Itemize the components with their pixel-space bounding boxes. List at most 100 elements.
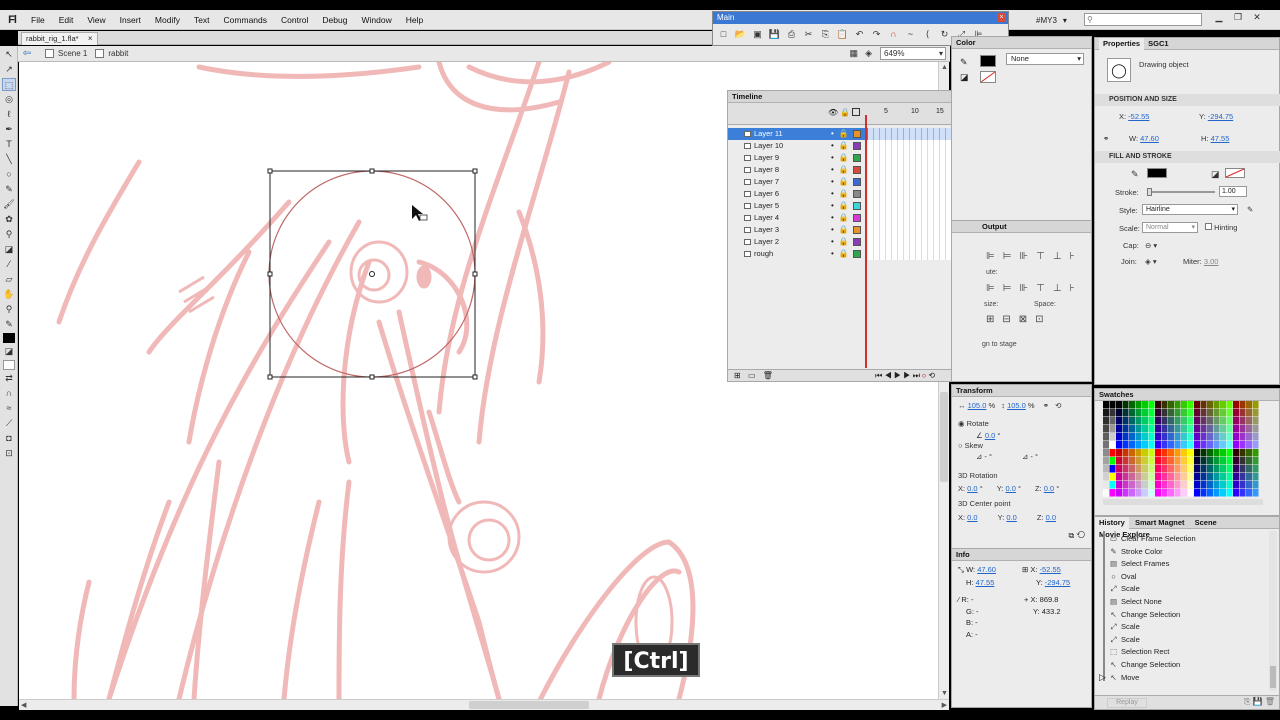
swatch-cell[interactable] [1122, 401, 1129, 409]
swatch-cell[interactable] [1233, 457, 1239, 465]
timeline-tab[interactable]: Timeline [728, 91, 980, 103]
swatch-cell[interactable] [1174, 425, 1181, 433]
swatch-cell[interactable] [1207, 457, 1213, 465]
swatch-cell[interactable] [1109, 449, 1116, 457]
history-item[interactable]: ↖ Change Selection [1109, 609, 1180, 621]
swatch-cell[interactable] [1142, 425, 1148, 433]
scroll-up-icon[interactable]: ▲ [941, 64, 948, 71]
swatch-cell[interactable] [1142, 489, 1148, 497]
swatch-cell[interactable] [1239, 417, 1246, 425]
swatch-cell[interactable] [1135, 473, 1142, 481]
width-percent[interactable]: 105.0 [968, 401, 987, 410]
bridge-icon[interactable]: ▣ [751, 28, 764, 41]
history-item[interactable]: ✎ Stroke Color [1109, 546, 1162, 558]
swatch-cell[interactable] [1233, 409, 1239, 417]
swatch-cell[interactable] [1246, 449, 1252, 457]
layer-outline-color[interactable] [853, 154, 861, 162]
menu-file[interactable]: File [24, 15, 52, 25]
swatch-cell[interactable] [1109, 417, 1116, 425]
swatch-cell[interactable] [1116, 481, 1122, 489]
swatch-cell[interactable] [1161, 441, 1168, 449]
swatch-cell[interactable] [1252, 433, 1259, 441]
hinting-checkbox[interactable] [1205, 223, 1212, 230]
info-y[interactable]: -294.75 [1045, 578, 1070, 587]
swatch-cell[interactable] [1148, 449, 1155, 457]
swatch-cell[interactable] [1200, 425, 1207, 433]
swatch-cell[interactable] [1239, 473, 1246, 481]
swatch-cell[interactable] [1220, 457, 1226, 465]
swatch-cell[interactable] [1239, 425, 1246, 433]
swatch-cell[interactable] [1187, 489, 1194, 497]
swatch-cell[interactable] [1233, 481, 1239, 489]
swatch-cell[interactable] [1129, 489, 1135, 497]
swatch-cell[interactable] [1174, 457, 1181, 465]
swatch-cell[interactable] [1181, 473, 1187, 481]
swatch-cell[interactable] [1174, 489, 1181, 497]
swatch-cell[interactable] [1181, 425, 1187, 433]
rot3d-z[interactable]: 0.0 [1044, 484, 1054, 493]
swatch-cell[interactable] [1226, 465, 1233, 473]
swatch-cell[interactable] [1181, 401, 1187, 409]
workspace-switcher[interactable]: #MY3 ▾ [1010, 12, 1067, 28]
swatches-tab[interactable]: Swatches [1099, 390, 1134, 399]
scrollbar-thumb[interactable] [940, 392, 948, 482]
line-tool-icon[interactable]: ╲ [2, 153, 16, 166]
rotate-icon[interactable]: ↻ [938, 28, 951, 41]
swatch-cell[interactable] [1239, 441, 1246, 449]
swatch-cell[interactable] [1148, 457, 1155, 465]
swatch-cell[interactable] [1239, 449, 1246, 457]
history-item[interactable]: ▤ Select None [1109, 596, 1162, 608]
swatch-cell[interactable] [1226, 401, 1233, 409]
lock-fill-icon[interactable]: ⊡ [2, 447, 16, 460]
document-tab[interactable]: rabbit_rig_1.fla* × [21, 32, 98, 45]
swatch-cell[interactable] [1148, 489, 1155, 497]
swatch-cell[interactable] [1122, 425, 1129, 433]
smooth-icon[interactable]: ≈ [2, 402, 16, 415]
swatch-cell[interactable] [1148, 425, 1155, 433]
swatch-cell[interactable] [1109, 441, 1116, 449]
fill-color-icon[interactable]: ◪ [960, 72, 969, 83]
swatch-cell[interactable] [1187, 409, 1194, 417]
swatch-cell[interactable] [1116, 465, 1122, 473]
swatch-cell[interactable] [1194, 465, 1200, 473]
swatch-cell[interactable] [1122, 417, 1129, 425]
swatch-cell[interactable] [1155, 473, 1161, 481]
swatch-cell[interactable] [1103, 473, 1109, 481]
swatch-cell[interactable] [1187, 457, 1194, 465]
history-item[interactable]: ⤢ Scale [1109, 583, 1140, 595]
position-size-section[interactable]: POSITION AND SIZE [1095, 94, 1280, 106]
replay-button[interactable]: Replay [1107, 698, 1147, 708]
horizontal-scrollbar[interactable]: ◀ ▶ [19, 699, 949, 710]
fill-color-icon[interactable]: ◪ [2, 345, 16, 358]
timeline-layer[interactable]: Layer 11 •🔒 [728, 128, 980, 140]
swatch-cell[interactable] [1168, 401, 1174, 409]
swatch-cell[interactable] [1187, 449, 1194, 457]
swatch-cell[interactable] [1246, 409, 1252, 417]
swatch-cell[interactable] [1200, 401, 1207, 409]
swatch-cell[interactable] [1200, 481, 1207, 489]
swatch-cell[interactable] [1213, 489, 1220, 497]
swatch-cell[interactable] [1220, 441, 1226, 449]
swatch-cell[interactable] [1233, 417, 1239, 425]
join-select[interactable]: ◈ ▾ [1145, 257, 1157, 266]
swatch-cell[interactable] [1226, 457, 1233, 465]
transform-tab[interactable]: Transform [956, 386, 993, 395]
straighten-icon[interactable]: ⟋ [2, 417, 16, 430]
swatch-cell[interactable] [1233, 473, 1239, 481]
timeline-layer[interactable]: Layer 8 •🔒 [728, 164, 980, 176]
swatch-cell[interactable] [1103, 433, 1109, 441]
swatch-cell[interactable] [1233, 425, 1239, 433]
swatch-cell[interactable] [1155, 433, 1161, 441]
play-icon[interactable]: ▶ [894, 371, 901, 380]
paste-icon[interactable]: 📋 [836, 28, 849, 41]
swatch-cell[interactable] [1109, 465, 1116, 473]
deco-tool-icon[interactable]: ✿ [2, 213, 16, 226]
swatch-cell[interactable] [1220, 401, 1226, 409]
layer-outline-color[interactable] [853, 214, 861, 222]
tab-smart-magnet[interactable]: Smart Magnet [1131, 517, 1189, 529]
straighten-icon[interactable]: ⟨ [921, 28, 934, 41]
center-y[interactable]: 0.0 [1006, 513, 1016, 522]
swatch-cell[interactable] [1161, 465, 1168, 473]
swatch-cell[interactable] [1142, 457, 1148, 465]
outline-icon[interactable] [852, 108, 860, 116]
